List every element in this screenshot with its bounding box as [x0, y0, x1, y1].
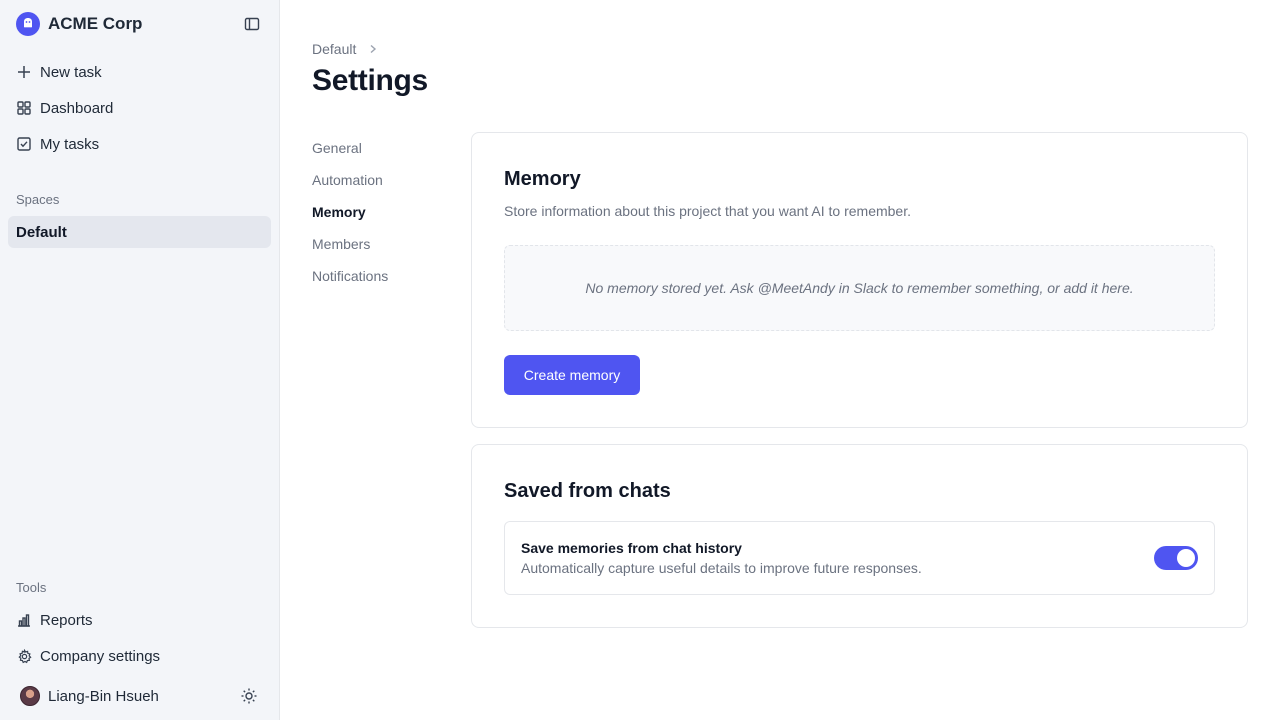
breadcrumb-item-default[interactable]: Default	[312, 41, 356, 57]
settings-tab-members[interactable]: Members	[312, 236, 370, 252]
setting-label: Save memories from chat history	[521, 540, 742, 556]
nav-label: Company settings	[40, 647, 161, 665]
sun-icon[interactable]	[240, 687, 258, 705]
bar-chart-icon	[16, 612, 32, 628]
acme-logo-icon	[16, 12, 40, 36]
save-memories-setting: Save memories from chat history Automati…	[504, 521, 1215, 595]
sidebar-item-dashboard[interactable]: Dashboard	[8, 92, 271, 124]
gear-icon	[16, 648, 32, 664]
avatar	[20, 686, 40, 706]
memory-empty-state: No memory stored yet. Ask @MeetAndy in S…	[504, 245, 1215, 331]
breadcrumb: Default	[312, 41, 378, 57]
setting-description: Automatically capture useful details to …	[521, 560, 922, 576]
settings-tab-general[interactable]: General	[312, 140, 362, 156]
settings-tab-notifications[interactable]: Notifications	[312, 268, 388, 284]
space-item-default[interactable]: Default	[8, 216, 271, 248]
tools-heading: Tools	[16, 580, 47, 595]
sidebar-item-my-tasks[interactable]: My tasks	[8, 128, 271, 160]
workspace-name: ACME Corp	[48, 14, 143, 33]
memory-title: Memory	[504, 168, 581, 190]
memory-description: Store information about this project tha…	[504, 203, 911, 219]
nav-label: Dashboard	[40, 99, 114, 117]
page-title: Settings	[312, 64, 428, 97]
saved-from-chats-card: Saved from chats Save memories from chat…	[471, 444, 1248, 628]
space-label: Default	[16, 223, 67, 241]
nav-label: My tasks	[40, 135, 100, 153]
spaces-heading: Spaces	[16, 192, 60, 207]
grid-icon	[16, 100, 32, 116]
toggle-knob	[1177, 549, 1195, 567]
user-name: Liang-Bin Hsueh	[48, 687, 159, 705]
create-memory-button[interactable]: Create memory	[504, 355, 640, 395]
new-task-button[interactable]: New task	[8, 56, 271, 88]
plus-icon	[16, 64, 32, 80]
save-memories-toggle[interactable]	[1154, 546, 1198, 570]
sidebar-toggle-icon[interactable]	[244, 16, 260, 32]
nav-label: Reports	[40, 611, 93, 629]
memory-card: Memory Store information about this proj…	[471, 132, 1248, 428]
chevron-right-icon	[368, 44, 378, 54]
settings-tab-automation[interactable]: Automation	[312, 172, 383, 188]
checkbox-icon	[16, 136, 32, 152]
sidebar-item-reports[interactable]: Reports	[8, 604, 271, 636]
saved-from-chats-title: Saved from chats	[504, 480, 671, 502]
nav-label: New task	[40, 63, 102, 81]
sidebar-item-company-settings[interactable]: Company settings	[8, 640, 271, 672]
user-menu[interactable]: Liang-Bin Hsueh	[20, 686, 260, 706]
empty-state-message: No memory stored yet. Ask @MeetAndy in S…	[585, 280, 1134, 296]
settings-tab-memory[interactable]: Memory	[312, 204, 366, 220]
sidebar: ACME Corp New task Dashboard My tasks Sp…	[0, 0, 280, 720]
workspace-switcher[interactable]: ACME Corp	[16, 12, 266, 36]
